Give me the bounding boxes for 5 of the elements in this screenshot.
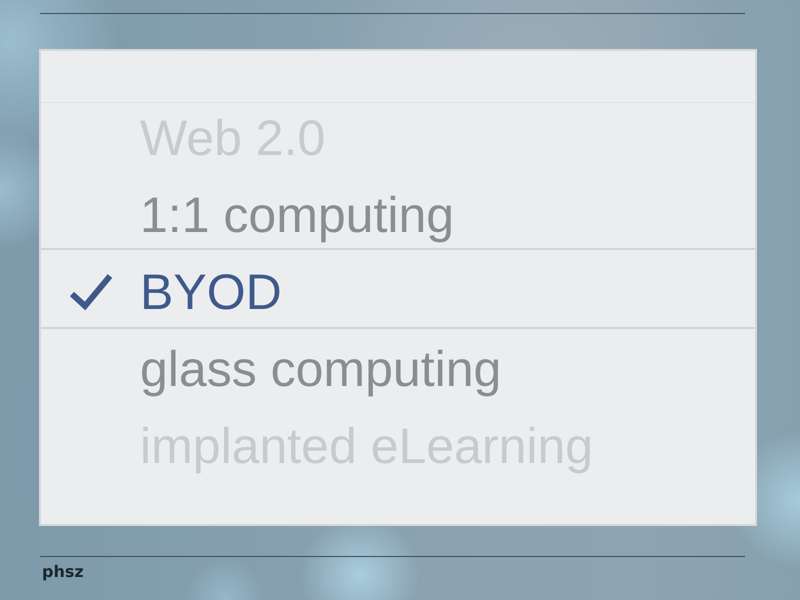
footer-label: phsz [42, 562, 84, 581]
checkmark-icon [69, 272, 113, 310]
picker-option[interactable]: 1:1 computing [41, 173, 755, 250]
picker-option[interactable]: BYOD [41, 248, 755, 329]
picker-option[interactable]: glass computing [41, 327, 755, 404]
